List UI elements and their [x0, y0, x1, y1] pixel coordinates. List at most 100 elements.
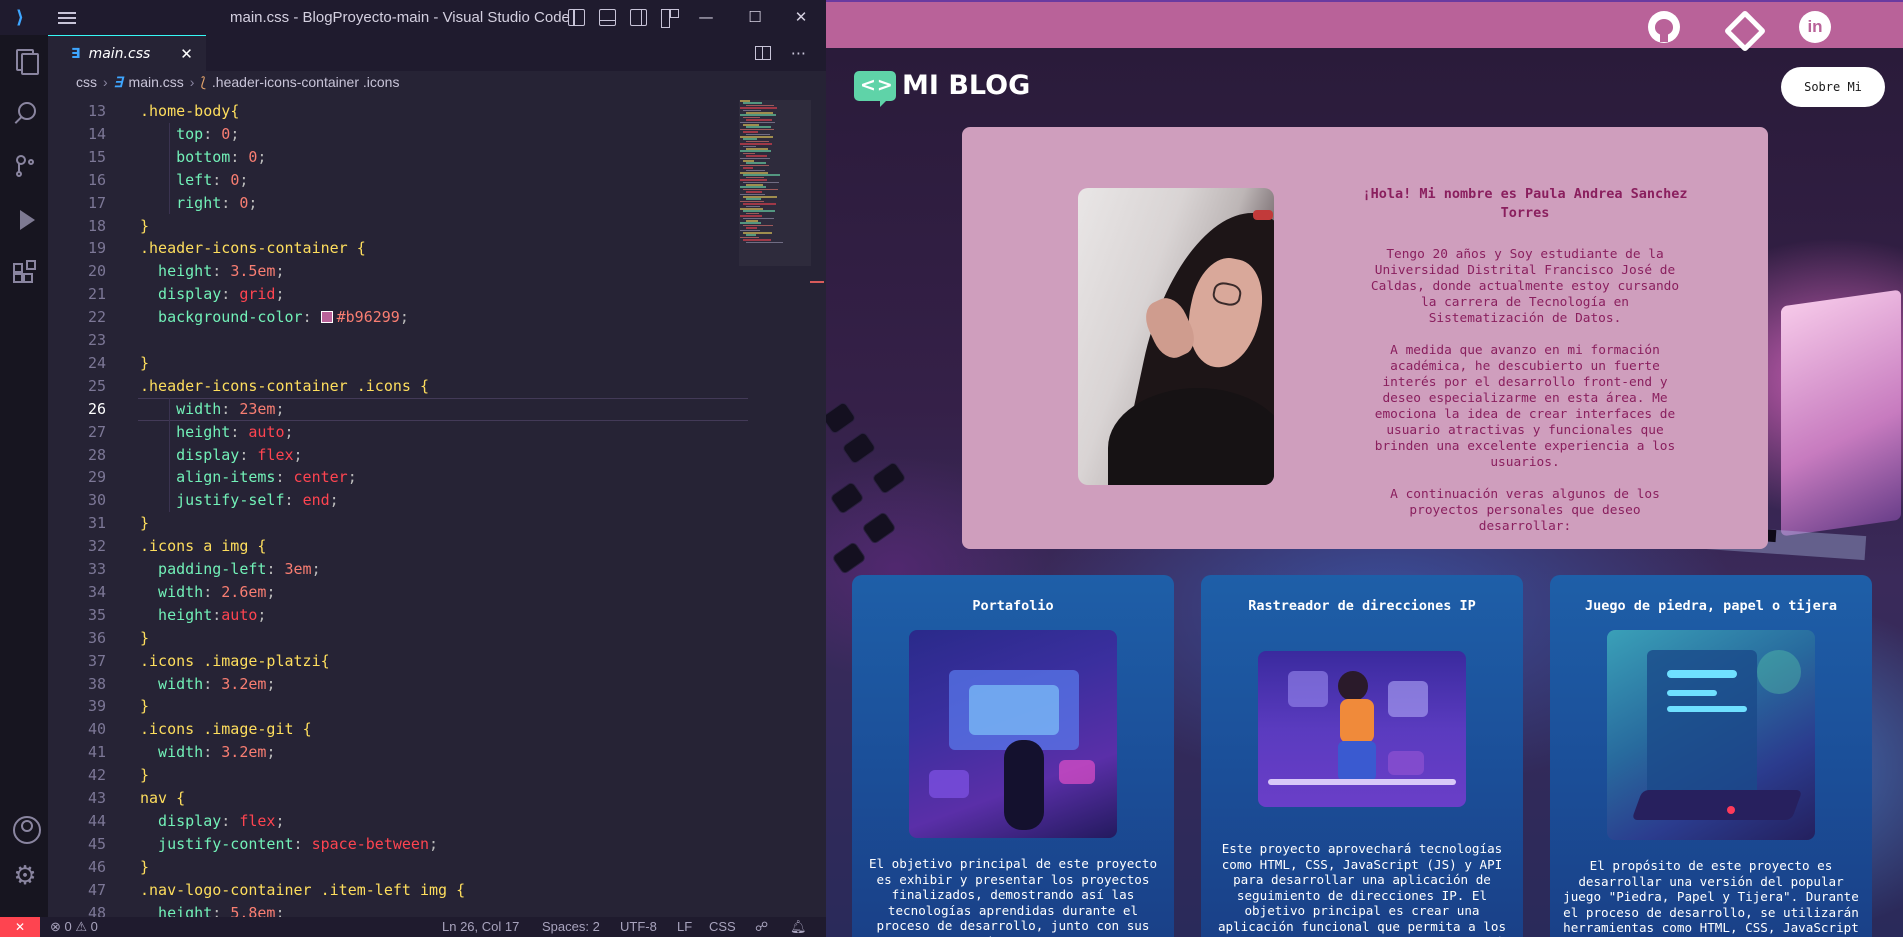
code-line[interactable]: 15 bottom: 0;	[48, 146, 738, 169]
css-file-icon: ∃	[71, 45, 81, 62]
color-swatch[interactable]	[320, 311, 333, 324]
code-line[interactable]: 43 nav {	[48, 787, 738, 810]
code-line[interactable]: 25 .header-icons-container .icons {	[48, 375, 738, 398]
line-number: 22	[87, 308, 106, 327]
menu-icon[interactable]	[58, 11, 76, 24]
code-editor[interactable]: 13 .home-body{14 top: 0; 15 bottom: 0; 16 l…	[48, 100, 748, 917]
breadcrumb-symbol[interactable]: .header-icons-container .icons	[212, 74, 400, 90]
code-line[interactable]: 29 align-items: center;	[48, 466, 738, 489]
code-text: }	[140, 514, 150, 533]
code-line[interactable]: 24}	[48, 352, 738, 375]
card-description: Este proyecto aprovechará tecnologías co…	[1214, 841, 1510, 937]
toggle-primary-sidebar-icon[interactable]	[568, 9, 585, 26]
scrollbar-cursor-marker	[810, 281, 824, 283]
line-number: 47	[87, 880, 106, 899]
code-line[interactable]: 22 background-color: #b96299;	[48, 306, 738, 329]
code-line[interactable]: 27 height: auto;	[48, 421, 738, 444]
code-line[interactable]: 36}	[48, 627, 738, 650]
code-text: width: 3.2em;	[140, 674, 276, 693]
code-line[interactable]: 23	[48, 329, 738, 352]
code-text: }	[140, 353, 150, 372]
code-line[interactable]: 26 width: 23em;	[48, 397, 748, 421]
code-line[interactable]: 35 height:auto;	[48, 604, 738, 627]
code-line[interactable]: 14 top: 0;	[48, 123, 738, 146]
code-line[interactable]: 40 .icons .image-git {	[48, 718, 738, 741]
linkedin-icon[interactable]: in	[1799, 11, 1831, 43]
code-line[interactable]: 46}	[48, 856, 738, 879]
line-number: 40	[87, 720, 106, 739]
code-line[interactable]: 39}	[48, 695, 738, 718]
github-icon[interactable]	[1648, 11, 1680, 43]
line-number: 41	[87, 743, 106, 762]
account-icon[interactable]	[12, 815, 41, 844]
run-debug-icon[interactable]	[12, 207, 38, 233]
breadcrumb-file[interactable]: main.css	[129, 74, 184, 90]
code-line[interactable]: 32 .icons a img {	[48, 535, 738, 558]
notifications-bell-icon[interactable]: 🔔︎	[790, 917, 807, 937]
code-line[interactable]: 31}	[48, 512, 738, 535]
code-line[interactable]: 37 .icons .image-platzi{	[48, 650, 738, 673]
blog-logo[interactable]: MI BLOG	[854, 70, 1030, 107]
cursor-position[interactable]: Ln 26, Col 17	[442, 917, 519, 937]
code-line[interactable]: 45 justify-content: space-between;	[48, 833, 738, 856]
minimize-icon[interactable]: —	[683, 0, 729, 35]
close-icon[interactable]: ✕	[778, 0, 824, 35]
split-editor-icon[interactable]	[754, 46, 771, 60]
code-line[interactable]: 33 padding-left: 3em;	[48, 558, 738, 581]
code-line[interactable]: 17 right: 0;	[48, 192, 738, 215]
line-ending[interactable]: LF	[677, 917, 692, 937]
code-line[interactable]: 44 display: flex;	[48, 810, 738, 833]
indentation[interactable]: Spaces: 2	[542, 917, 600, 937]
maximize-icon[interactable]: ☐	[732, 0, 778, 35]
explorer-icon[interactable]	[12, 47, 39, 75]
card-illustration	[909, 630, 1117, 838]
breadcrumb: css › ∃ main.css › ⟅ .header-icons-conta…	[48, 71, 826, 93]
code-line[interactable]: 19 .header-icons-container {	[48, 237, 738, 260]
language-mode[interactable]: CSS	[709, 917, 736, 937]
feedback-icon[interactable]: ☍	[755, 917, 768, 937]
extensions-icon[interactable]	[12, 260, 38, 287]
code-line[interactable]: 41 width: 3.2em;	[48, 741, 738, 764]
remote-indicator-icon[interactable]: ✕	[0, 917, 40, 937]
code-line[interactable]: 30 justify-self: end;	[48, 489, 738, 512]
code-line[interactable]: 47 .nav-logo-container .item-left img {	[48, 879, 738, 902]
card-illustration	[1258, 651, 1466, 807]
manage-gear-icon[interactable]: ⚙	[12, 863, 38, 889]
intro-paragraph: A continuación veras algunos de los proy…	[1390, 487, 1660, 534]
line-number: 25	[87, 376, 106, 395]
line-number: 26	[87, 399, 106, 418]
code-line[interactable]: 13 .home-body{	[48, 100, 738, 123]
line-number: 33	[87, 560, 106, 578]
sobre-mi-button[interactable]: Sobre Mi	[1781, 67, 1885, 107]
tab-close-icon[interactable]: ✕	[180, 45, 193, 63]
card-title: Portafolio	[972, 598, 1054, 614]
title-bar: ⟩ main.css - BlogProyecto-main - Visual …	[0, 0, 826, 35]
search-icon[interactable]	[12, 100, 38, 126]
customize-layout-icon[interactable]	[661, 9, 679, 28]
css-file-icon: ∃	[113, 73, 123, 90]
breadcrumb-folder[interactable]: css	[76, 74, 97, 90]
code-text: .icons .image-platzi{	[140, 651, 330, 670]
code-line[interactable]: 34 width: 2.6em;	[48, 581, 738, 604]
code-line[interactable]: 16 left: 0;	[48, 169, 738, 192]
code-line[interactable]: 48 height: 5.8em;	[48, 902, 738, 918]
toggle-secondary-sidebar-icon[interactable]	[630, 9, 647, 26]
code-line[interactable]: 38 width: 3.2em;	[48, 673, 738, 696]
code-text: width: 3.2em;	[140, 743, 276, 762]
minimap[interactable]	[740, 100, 810, 260]
code-text: nav {	[140, 789, 186, 807]
intro-title: ¡Hola! Mi nombre es Paula Andrea Sanchez…	[1362, 186, 1688, 221]
code-line[interactable]: 20 height: 3.5em;	[48, 260, 738, 283]
toggle-panel-icon[interactable]	[599, 9, 616, 26]
source-control-icon[interactable]	[12, 153, 38, 179]
more-actions-icon[interactable]: ···	[791, 44, 806, 63]
code-line[interactable]: 21 display: grid;	[48, 283, 738, 306]
encoding[interactable]: UTF-8	[620, 917, 657, 937]
line-number: 13	[87, 102, 106, 120]
platzi-icon[interactable]	[1725, 11, 1755, 41]
problems-indicator[interactable]: ⊗ 0 ⚠ 0	[50, 917, 98, 937]
code-line[interactable]: 42}	[48, 764, 738, 787]
code-line[interactable]: 18}	[48, 215, 738, 238]
tab-main-css[interactable]: ∃ main.css ✕	[48, 35, 206, 71]
code-line[interactable]: 28 display: flex;	[48, 444, 738, 467]
